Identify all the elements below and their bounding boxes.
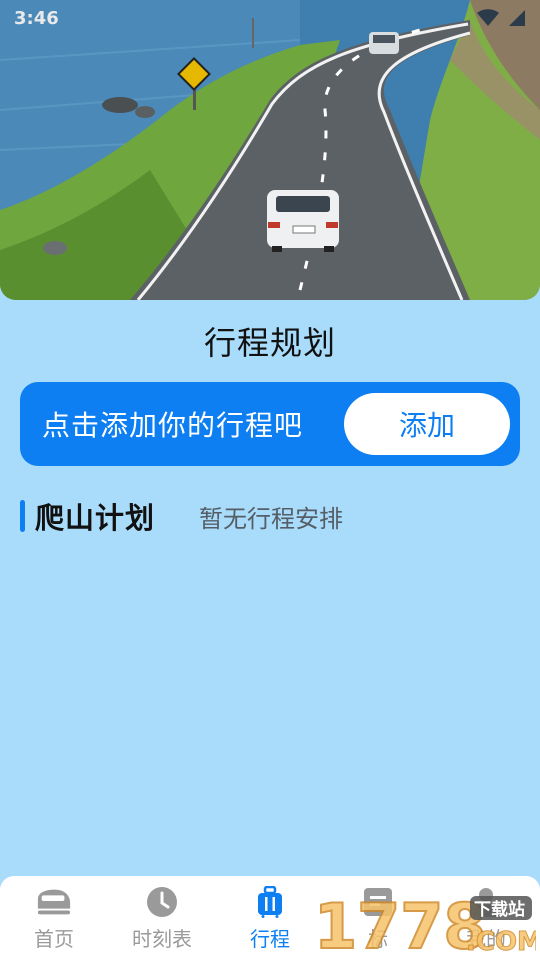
hero-image (0, 0, 540, 300)
wifi-icon (477, 9, 499, 26)
train-icon (36, 885, 72, 919)
tab-itinerary-label: 行程 (250, 926, 290, 951)
page-title: 行程规划 (203, 324, 336, 362)
signal-icon (509, 10, 525, 26)
tab-timetable-label: 时刻表 (132, 926, 192, 951)
plan-accent-bar (20, 500, 25, 532)
add-itinerary-card: 点击添加你的行程吧 添加 (20, 382, 520, 466)
ticket-icon (360, 885, 396, 919)
bottom-tab-bar: 首页 时刻表 行程 标 我的 (0, 876, 540, 960)
add-itinerary-prompt: 点击添加你的行程吧 (42, 409, 304, 442)
status-time: 3:46 (14, 7, 59, 29)
tab-itinerary[interactable]: 行程 (216, 885, 324, 952)
tab-timetable[interactable]: 时刻表 (108, 885, 216, 952)
tab-profile[interactable]: 我的 (432, 885, 540, 952)
person-icon (468, 885, 504, 919)
tab-home-label: 首页 (34, 926, 74, 951)
tab-ticket[interactable]: 标 (324, 885, 432, 952)
tab-profile-label: 我的 (466, 926, 506, 951)
plan-section: 爬山计划 暂无行程安排 (20, 496, 520, 536)
status-icons (476, 9, 526, 27)
plan-empty-text: 暂无行程安排 (199, 504, 344, 533)
add-itinerary-button[interactable]: 添加 (344, 393, 510, 455)
tab-home[interactable]: 首页 (0, 885, 108, 952)
status-bar: 3:46 (0, 0, 540, 36)
clock-icon (144, 885, 180, 919)
plan-title: 爬山计划 (35, 501, 156, 535)
luggage-icon (252, 885, 288, 919)
tab-ticket-label: 标 (368, 926, 388, 951)
